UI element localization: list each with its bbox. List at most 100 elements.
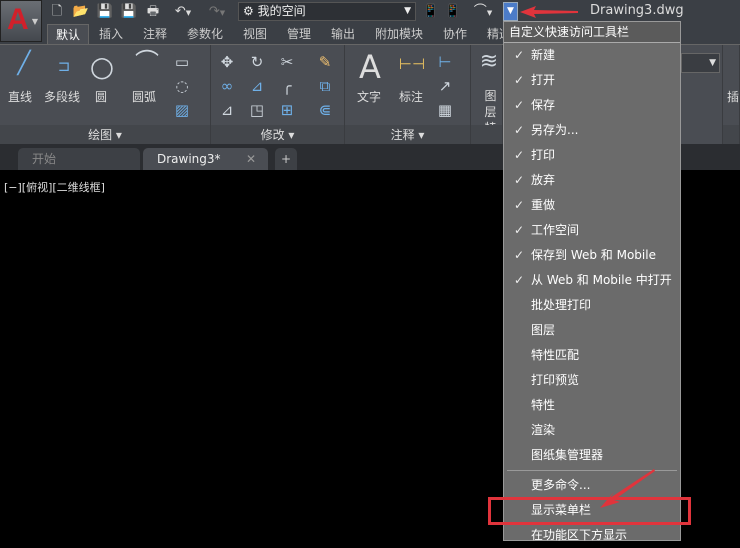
- tab-manage[interactable]: 管理: [287, 24, 311, 44]
- menu-item-label: 另存为...: [531, 123, 579, 137]
- arc-icon: ⌒: [135, 48, 159, 76]
- checkmark-icon: ✓: [514, 223, 525, 237]
- menu-item[interactable]: 批处理打印: [504, 293, 680, 318]
- save-as-icon[interactable]: 💾: [120, 3, 138, 20]
- polyline-tool[interactable]: 多段线: [44, 88, 80, 105]
- arc-tool[interactable]: 圆弧: [132, 88, 156, 105]
- ellipse-icon[interactable]: ◌: [172, 77, 192, 95]
- tab-insert[interactable]: 插入: [99, 24, 123, 44]
- tab-annotate[interactable]: 注释: [143, 24, 167, 44]
- new-icon[interactable]: 🗋: [48, 3, 66, 20]
- stretch-icon[interactable]: ⊿: [217, 101, 237, 119]
- chevron-down-icon: ▼: [404, 6, 411, 16]
- red-arrow-annotation: [520, 6, 578, 18]
- tab-start[interactable]: 开始: [18, 148, 140, 170]
- tab-parametric[interactable]: 参数化: [187, 24, 223, 44]
- tab-output[interactable]: 输出: [331, 24, 355, 44]
- layer-dropdown[interactable]: ▼: [681, 53, 720, 73]
- menu-item[interactable]: ✓ 打印: [504, 143, 680, 168]
- menu-item[interactable]: 特性: [504, 393, 680, 418]
- new-tab-plus-icon[interactable]: +: [275, 148, 297, 170]
- scale-icon[interactable]: ◳: [247, 101, 267, 119]
- menu-item-label: 打印预览: [531, 373, 580, 387]
- copy-icon[interactable]: ∞: [217, 77, 237, 95]
- annotation-panel-title[interactable]: 注释 ▾: [345, 125, 470, 145]
- draw-panel-title[interactable]: 绘图 ▾: [0, 125, 210, 145]
- menu-item-label: 保存: [531, 98, 556, 112]
- polyline-icon: ⊐: [57, 57, 71, 75]
- rotate-icon[interactable]: ↻: [247, 53, 267, 71]
- dimension-tool[interactable]: 标注: [399, 88, 423, 105]
- menu-item[interactable]: ✓ 工作空间: [504, 218, 680, 243]
- menu-item[interactable]: 图纸集管理器: [504, 443, 680, 468]
- chevron-down-icon: ▼: [31, 17, 38, 26]
- open-from-web-icon[interactable]: 📱: [422, 3, 440, 20]
- array-icon[interactable]: ⊞: [277, 101, 297, 119]
- leader-icon[interactable]: ↗: [435, 77, 455, 95]
- menu-item-show-below-ribbon[interactable]: 在功能区下方显示: [504, 523, 680, 548]
- text-tool[interactable]: 文字: [357, 88, 381, 105]
- workspace-select[interactable]: ⚙ 我的空间 ▼: [238, 2, 416, 21]
- explode-icon[interactable]: ⧉: [315, 77, 335, 95]
- move-icon[interactable]: ✥: [217, 53, 237, 71]
- menu-item[interactable]: 打印预览: [504, 368, 680, 393]
- menu-item[interactable]: 图层: [504, 318, 680, 343]
- tab-default[interactable]: 默认: [47, 24, 90, 44]
- menu-item-label: 图纸集管理器: [531, 448, 604, 462]
- modify-panel-title[interactable]: 修改 ▾: [211, 125, 344, 145]
- menu-item[interactable]: ✓ 放弃: [504, 168, 680, 193]
- customize-qat-menu: 自定义快速访问工具栏 ✓ 新建 ✓ 打开 ✓ 保存 ✓ 另存为... ✓ 打印 ✓ 放弃 ✓ 重做 ✓ 工作空…: [503, 21, 681, 542]
- checkmark-icon: ✓: [514, 98, 525, 112]
- viewport-controls[interactable]: [−][俯视][二维线框]: [4, 179, 105, 195]
- application-menu-button[interactable]: A ▼: [0, 0, 42, 42]
- arc-tool-icon[interactable]: ⌒▼: [468, 3, 498, 20]
- menu-item-label: 保存到 Web 和 Mobile: [531, 248, 656, 262]
- customize-qat-button[interactable]: ▼: [503, 2, 518, 21]
- menu-item-label: 批处理打印: [531, 298, 592, 312]
- menu-item-label: 特性匹配: [531, 348, 580, 362]
- modify-panel: ✥ ↻ ✂ ✎ ∞ ⊿ ╭ ⧉ ⊿ ◳ ⊞ ⋐ 修改 ▾: [211, 45, 345, 145]
- erase-icon[interactable]: ✎: [315, 53, 335, 71]
- menu-item[interactable]: 渲染: [504, 418, 680, 443]
- rectangle-icon[interactable]: ▭: [172, 53, 192, 71]
- menu-item[interactable]: ✓ 另存为...: [504, 118, 680, 143]
- table-icon[interactable]: ▦: [435, 101, 455, 119]
- menu-item[interactable]: 特性匹配: [504, 343, 680, 368]
- menu-item[interactable]: ✓ 打开: [504, 68, 680, 93]
- close-icon[interactable]: ✕: [246, 148, 256, 170]
- tab-view[interactable]: 视图: [243, 24, 267, 44]
- insert-panel-title: [723, 125, 739, 145]
- insert-tool[interactable]: 插: [727, 88, 739, 105]
- undo-icon[interactable]: ↶▼: [168, 3, 198, 20]
- hatch-icon[interactable]: ▨: [172, 101, 192, 119]
- linear-dim-icon[interactable]: ⊢: [435, 53, 455, 71]
- checkmark-icon: ✓: [514, 73, 525, 87]
- tab-drawing3[interactable]: Drawing3* ✕: [143, 148, 268, 170]
- tab-addins[interactable]: 附加模块: [375, 24, 423, 44]
- print-icon[interactable]: 🖶: [144, 3, 162, 20]
- menu-item[interactable]: ✓ 保存到 Web 和 Mobile: [504, 243, 680, 268]
- trim-icon[interactable]: ✂: [277, 53, 297, 71]
- menu-item-label: 图层: [531, 323, 556, 337]
- menu-item[interactable]: ✓ 保存: [504, 93, 680, 118]
- workspace-value: 我的空间: [257, 4, 306, 18]
- redo-icon[interactable]: ↷▼: [202, 3, 232, 20]
- circle-tool[interactable]: 圆: [95, 88, 107, 105]
- open-icon[interactable]: 📂: [72, 3, 90, 20]
- fillet-icon[interactable]: ╭: [277, 77, 297, 95]
- offset-icon[interactable]: ⋐: [315, 101, 335, 119]
- menu-item[interactable]: ✓ 新建: [504, 43, 680, 68]
- mirror-icon[interactable]: ⊿: [247, 77, 267, 95]
- checkmark-icon: ✓: [514, 148, 525, 162]
- file-title: Drawing3.dwg: [590, 3, 684, 18]
- save-icon[interactable]: 💾: [96, 3, 114, 20]
- highlight-box-annotation: [488, 497, 691, 525]
- menu-item[interactable]: ✓ 从 Web 和 Mobile 中打开: [504, 268, 680, 293]
- save-to-web-icon[interactable]: 📱: [444, 3, 462, 20]
- menu-item-label: 新建: [531, 48, 556, 62]
- menu-item-label: 打印: [531, 148, 556, 162]
- tab-collaborate[interactable]: 协作: [443, 24, 467, 44]
- menu-item[interactable]: ✓ 重做: [504, 193, 680, 218]
- layers-panel-title: [471, 125, 502, 145]
- line-tool[interactable]: 直线: [8, 88, 32, 105]
